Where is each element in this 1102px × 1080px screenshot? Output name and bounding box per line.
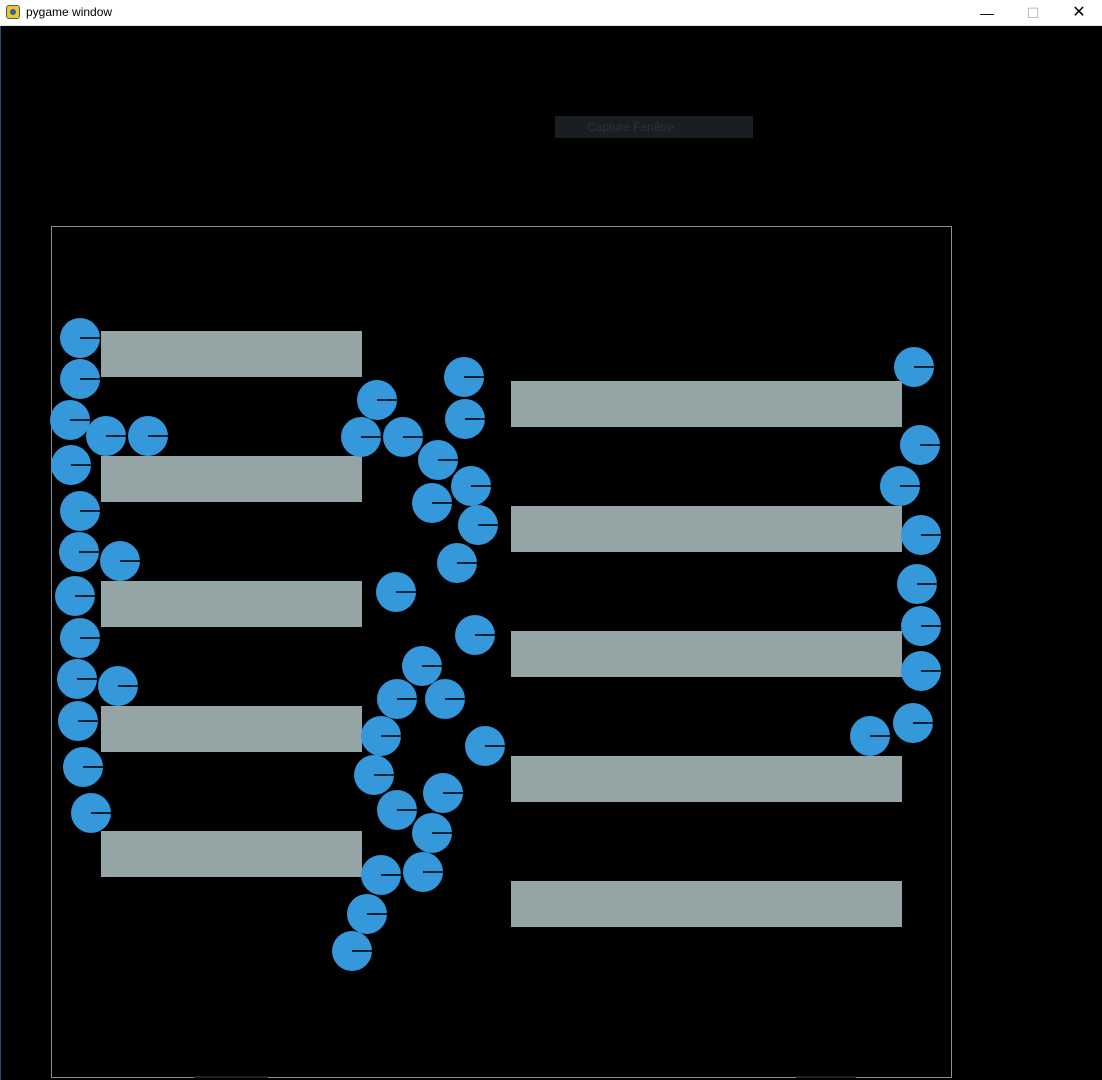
ball [418,440,458,480]
ball [354,755,394,795]
ball [100,541,140,581]
ball [901,515,941,555]
platform [101,706,362,752]
ball [361,716,401,756]
ball [383,417,423,457]
bottom-edge-marker [796,1076,856,1078]
ball [332,931,372,971]
pygame-app-icon [6,5,20,19]
ball [347,894,387,934]
ball [60,318,100,358]
platform [511,881,902,927]
ball [901,606,941,646]
platform [511,631,902,677]
ball [423,773,463,813]
platform [101,456,362,502]
ball [425,679,465,719]
ball [850,716,890,756]
ball [57,659,97,699]
capture-window-button[interactable]: Capture Fenêtre [555,116,753,138]
ball [63,747,103,787]
ball [376,572,416,612]
ball [377,790,417,830]
platform [511,506,902,552]
bottom-edge-marker [194,1076,268,1078]
platform [101,831,362,877]
platform [511,756,902,802]
ball [55,576,95,616]
ball [361,855,401,895]
ball [893,703,933,743]
ball [897,564,937,604]
ball [403,852,443,892]
ball [377,679,417,719]
minimize-button[interactable]: — [964,0,1010,26]
ball [451,466,491,506]
ball [458,505,498,545]
ball [60,491,100,531]
ball [894,347,934,387]
title-bar[interactable]: pygame window — ☐ ✕ [0,0,1102,26]
ball [341,417,381,457]
ball [444,357,484,397]
platform [101,581,362,627]
close-button[interactable]: ✕ [1056,0,1102,26]
ball [412,483,452,523]
ball [412,813,452,853]
ball [60,618,100,658]
ball [437,543,477,583]
ball [445,399,485,439]
ball [465,726,505,766]
ball [51,445,91,485]
ball [58,701,98,741]
ball [357,380,397,420]
ball [128,416,168,456]
ball [60,359,100,399]
ball [98,666,138,706]
ball [86,416,126,456]
window-title: pygame window [26,5,113,19]
ball [900,425,940,465]
platform [101,331,362,377]
platform [511,381,902,427]
maximize-button[interactable]: ☐ [1010,0,1056,26]
ball [455,615,495,655]
ball [901,651,941,691]
ball [59,532,99,572]
ball [71,793,111,833]
ball [50,400,90,440]
ball [880,466,920,506]
